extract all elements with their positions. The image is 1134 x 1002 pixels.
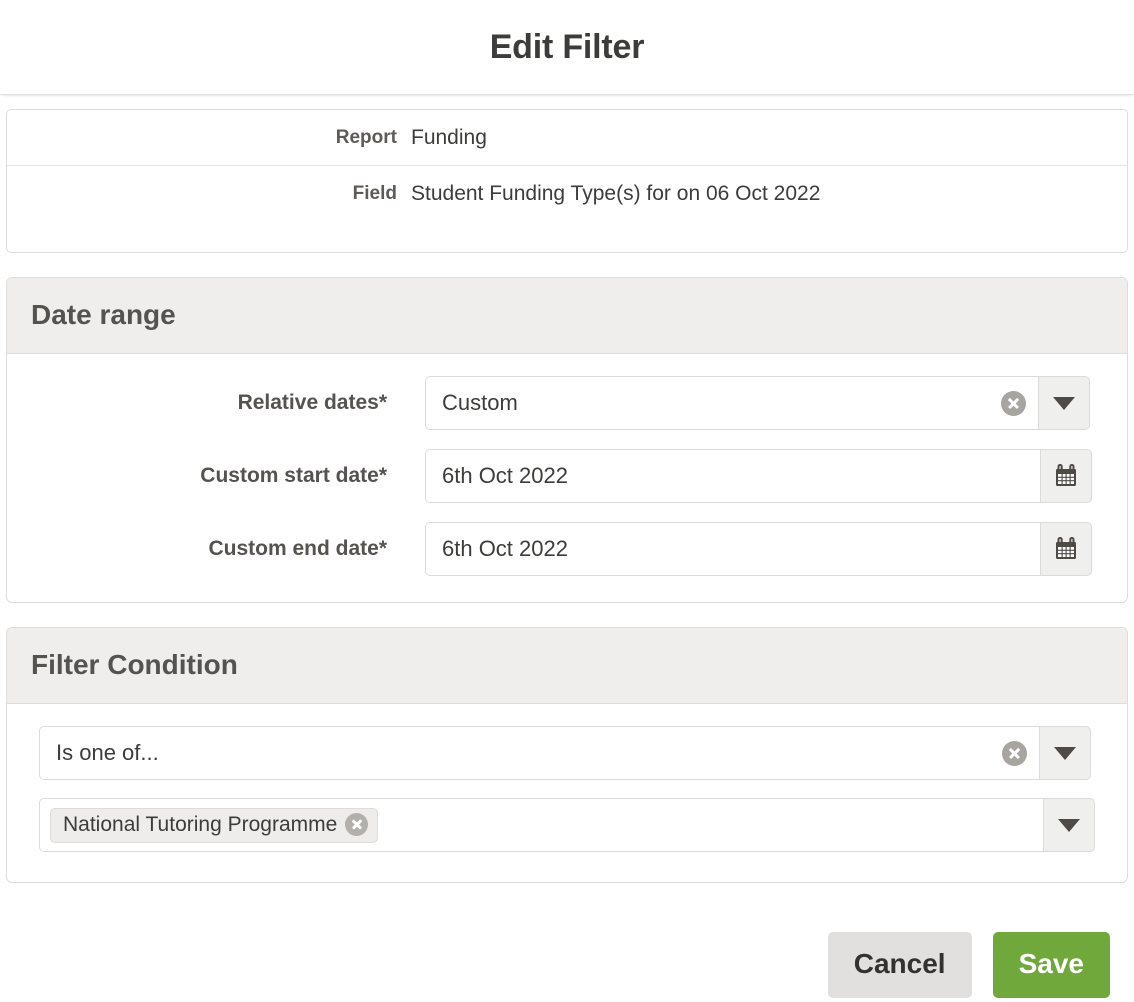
- custom-end-date-input-group[interactable]: 6th Oct 2022: [425, 522, 1092, 576]
- filter-operator-select[interactable]: Is one of...: [39, 726, 1095, 780]
- dialog-header: Edit Filter: [0, 0, 1134, 95]
- filter-values-dropdown-button[interactable]: [1043, 798, 1095, 852]
- label-custom-start-date: Custom start date*: [7, 464, 387, 488]
- form-row-relative-dates: Relative dates* Custom: [7, 376, 1127, 430]
- relative-dates-value: Custom: [442, 392, 993, 414]
- relative-dates-field[interactable]: Custom: [425, 376, 1038, 430]
- info-label-field: Field: [7, 180, 411, 208]
- chevron-down-icon: [1054, 747, 1076, 760]
- custom-start-date-input-group[interactable]: 6th Oct 2022: [425, 449, 1092, 503]
- filter-condition-panel-heading: Filter Condition: [7, 628, 1127, 704]
- form-row-custom-end-date: Custom end date* 6th Oct 2022: [7, 522, 1127, 576]
- page-title: Edit Filter: [490, 28, 645, 67]
- relative-dates-dropdown-button[interactable]: [1038, 376, 1090, 430]
- custom-end-date-input[interactable]: 6th Oct 2022: [425, 522, 1040, 576]
- save-button[interactable]: Save: [993, 932, 1110, 998]
- relative-dates-select[interactable]: Custom: [425, 376, 1090, 430]
- filter-operator-value: Is one of...: [56, 742, 994, 764]
- dialog-body: Report Funding Field Student Funding Typ…: [0, 95, 1134, 883]
- label-relative-dates: Relative dates*: [7, 391, 387, 415]
- chevron-down-icon: [1053, 397, 1075, 410]
- filter-condition-panel-body: Is one of... National Tutoring Programme: [7, 704, 1127, 882]
- chevron-down-icon: [1058, 819, 1080, 832]
- custom-end-date-calendar-button[interactable]: [1040, 522, 1092, 576]
- clear-circle-icon[interactable]: [1001, 391, 1026, 416]
- info-row-field: Field Student Funding Type(s) for on 06 …: [7, 166, 1127, 222]
- filter-operator-field[interactable]: Is one of...: [39, 726, 1039, 780]
- custom-start-date-input[interactable]: 6th Oct 2022: [425, 449, 1040, 503]
- form-row-custom-start-date: Custom start date* 6th Oct 2022: [7, 449, 1127, 503]
- control-wrap-custom-start-date: 6th Oct 2022: [425, 449, 1092, 503]
- date-range-panel-heading: Date range: [7, 278, 1127, 354]
- date-range-panel: Date range Relative dates* Custom: [6, 277, 1128, 603]
- clear-circle-icon[interactable]: [1002, 741, 1027, 766]
- filter-info-panel: Report Funding Field Student Funding Typ…: [6, 109, 1128, 253]
- control-wrap-relative-dates: Custom: [425, 376, 1090, 430]
- filter-operator-row: Is one of...: [39, 726, 1095, 780]
- custom-start-date-calendar-button[interactable]: [1040, 449, 1092, 503]
- calendar-icon: [1053, 463, 1079, 489]
- clear-circle-icon[interactable]: [345, 813, 368, 836]
- info-label-report: Report: [7, 124, 411, 152]
- filter-operator-dropdown-button[interactable]: [1039, 726, 1091, 780]
- filter-value-tag[interactable]: National Tutoring Programme: [50, 808, 378, 843]
- date-range-panel-body: Relative dates* Custom: [7, 354, 1127, 602]
- filter-condition-title: Filter Condition: [31, 649, 1103, 681]
- filter-values-field[interactable]: National Tutoring Programme: [39, 798, 1043, 852]
- date-range-title: Date range: [31, 299, 1103, 331]
- filter-value-tag-label: National Tutoring Programme: [63, 813, 337, 837]
- filter-condition-panel: Filter Condition Is one of...: [6, 627, 1128, 883]
- info-value-field: Student Funding Type(s) for on 06 Oct 20…: [411, 180, 820, 208]
- info-value-report: Funding: [411, 124, 487, 152]
- cancel-button[interactable]: Cancel: [828, 932, 972, 998]
- info-row-report: Report Funding: [7, 110, 1127, 166]
- filter-values-multiselect[interactable]: National Tutoring Programme: [39, 798, 1095, 852]
- label-custom-end-date: Custom end date*: [7, 537, 387, 561]
- dialog-footer: Cancel Save: [0, 907, 1134, 998]
- calendar-icon: [1053, 536, 1079, 562]
- edit-filter-dialog: Edit Filter Report Funding Field Student…: [0, 0, 1134, 1002]
- control-wrap-custom-end-date: 6th Oct 2022: [425, 522, 1092, 576]
- filter-values-row: National Tutoring Programme: [39, 798, 1095, 852]
